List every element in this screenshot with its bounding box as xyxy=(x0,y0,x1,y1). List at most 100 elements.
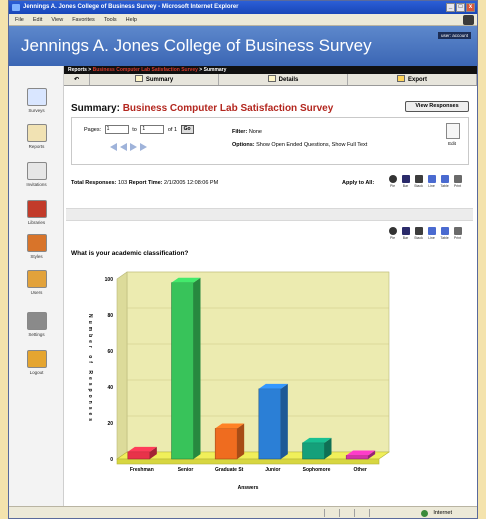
chart-stack-button[interactable]: Stack xyxy=(414,227,423,240)
totals-line: Total Responses: 103 Report Time: 2/1/20… xyxy=(71,180,218,186)
invitations-icon xyxy=(26,162,47,180)
section-divider xyxy=(66,208,473,221)
windows-logo-icon xyxy=(463,15,474,25)
sidebar-item-label: Reports xyxy=(28,144,45,149)
chart-line-button[interactable]: Line xyxy=(427,227,436,240)
next-page-icon[interactable] xyxy=(130,143,137,151)
edit-icon[interactable] xyxy=(446,123,460,139)
chart-icon-label: Print xyxy=(453,236,462,240)
maximize-button[interactable]: □ xyxy=(456,3,465,12)
summary-icon xyxy=(134,75,143,82)
filter-value: None xyxy=(248,129,262,135)
menu-view[interactable]: View xyxy=(51,14,63,25)
title-bar: Jennings A. Jones College of Business Su… xyxy=(9,1,477,14)
sidebar-item-surveys[interactable]: Surveys xyxy=(9,88,64,113)
report-content: Summary: Business Computer Lab Satisfact… xyxy=(66,87,473,504)
page-from-input[interactable]: 1 xyxy=(104,125,129,134)
tab-summary[interactable]: Summary xyxy=(90,74,219,85)
chart-table-button[interactable]: Table xyxy=(440,227,449,240)
report-tabs: ↶ Summary Details Export xyxy=(64,74,477,86)
site-title: Jennings A. Jones College of Business Su… xyxy=(21,36,372,55)
surveys-icon xyxy=(26,88,47,106)
tab-details[interactable]: Details xyxy=(219,74,348,85)
sidebar-item-label: Surveys xyxy=(28,108,45,113)
go-button[interactable]: Go xyxy=(180,125,194,134)
ie-icon xyxy=(12,4,20,11)
chart-icon-label: Line xyxy=(428,236,435,240)
minimize-button[interactable]: _ xyxy=(446,3,455,12)
sidebar-item-label: Settings xyxy=(28,332,45,337)
pages-label: Pages: xyxy=(84,126,102,133)
sidebar-item-invitations[interactable]: Invitations xyxy=(9,162,64,187)
chart-print-button[interactable]: Print xyxy=(453,227,462,240)
chart-bar-button[interactable]: Bar xyxy=(401,227,410,240)
chart-pie-button[interactable]: Pie xyxy=(388,227,397,240)
stack-icon xyxy=(414,227,423,235)
table-icon xyxy=(440,175,449,183)
tab-details-label: Details xyxy=(278,77,299,83)
sidebar-item-label: Styles xyxy=(30,254,43,259)
user-account-link[interactable]: user: account xyxy=(437,32,471,39)
chart-print-button[interactable]: Print xyxy=(453,175,462,188)
sidebar-item-reports[interactable]: Reports xyxy=(9,124,64,149)
details-icon xyxy=(267,75,276,82)
bar-graduate-st xyxy=(214,428,238,460)
breadcrumb-survey-link[interactable]: Business Computer Lab Satisfaction Surve… xyxy=(93,67,198,73)
logout-icon xyxy=(26,350,47,368)
print-icon xyxy=(453,227,462,235)
page-to-input[interactable]: 1 xyxy=(140,125,165,134)
x-tick-label: Sophomore xyxy=(303,467,331,473)
options-label: Options: xyxy=(232,142,255,148)
x-tick-label: Graduate St xyxy=(215,467,244,473)
breadcrumb-reports[interactable]: Reports > xyxy=(68,67,91,73)
chart-icon-label: Line xyxy=(428,184,435,188)
sidebar-item-users[interactable]: Users xyxy=(9,270,64,295)
tab-summary-label: Summary xyxy=(145,77,174,83)
question-chart-icons: Pie Bar Stack Line Table Print xyxy=(388,227,462,240)
bar-sophomore xyxy=(302,442,325,460)
line-icon xyxy=(427,227,436,235)
chart-icon-label: Pie xyxy=(389,184,396,188)
chart-pie-button[interactable]: Pie xyxy=(388,175,397,188)
first-page-icon[interactable] xyxy=(110,143,117,151)
x-tick-label: Senior xyxy=(178,467,194,473)
sidebar-item-settings[interactable]: Settings xyxy=(9,312,64,337)
chart-icon-label: Stack xyxy=(414,236,423,240)
y-tick-label: 0 xyxy=(110,457,113,463)
tab-export[interactable]: Export xyxy=(348,74,477,85)
bar-side xyxy=(280,383,288,459)
menu-favorites[interactable]: Favorites xyxy=(72,14,95,25)
site-banner: Jennings A. Jones College of Business Su… xyxy=(9,26,477,66)
edit-label[interactable]: Edit xyxy=(444,141,460,146)
last-page-icon[interactable] xyxy=(140,143,147,151)
chart-bar-button[interactable]: Bar xyxy=(401,175,410,188)
sidebar-item-styles[interactable]: Styles xyxy=(9,234,64,259)
sidebar-item-label: Logout xyxy=(29,370,44,375)
menu-tools[interactable]: Tools xyxy=(104,14,117,25)
sidebar-item-logout[interactable]: Logout xyxy=(9,350,64,375)
chart-stack-button[interactable]: Stack xyxy=(414,175,423,188)
bar-side xyxy=(237,423,245,459)
status-divider xyxy=(324,509,325,517)
sidebar-item-libraries[interactable]: Libraries xyxy=(9,200,64,225)
chart-icon-label: Bar xyxy=(402,184,409,188)
chart-table-button[interactable]: Table xyxy=(440,175,449,188)
prev-page-icon[interactable] xyxy=(120,143,127,151)
close-button[interactable]: x xyxy=(466,3,475,12)
chart-icon-label: Pie xyxy=(389,236,396,240)
menu-edit[interactable]: Edit xyxy=(33,14,42,25)
back-arrow-icon[interactable]: ↶ xyxy=(64,74,90,85)
chart-line-button[interactable]: Line xyxy=(427,175,436,188)
options-value: Show Open Ended Questions, Show Full Tex… xyxy=(256,142,368,148)
menu-help[interactable]: Help xyxy=(126,14,137,25)
menu-file[interactable]: File xyxy=(15,14,24,25)
chart-icon-label: Stack xyxy=(414,184,423,188)
view-responses-button[interactable]: View Responses xyxy=(405,101,469,112)
export-icon xyxy=(396,75,405,82)
users-icon xyxy=(26,270,47,288)
stack-icon xyxy=(414,175,423,183)
y-axis-label: Number of Responses xyxy=(87,314,93,424)
sidebar: Surveys Reports Invitations Libraries Styles… xyxy=(9,66,64,506)
of-label: of 1 xyxy=(167,126,178,133)
breadcrumb: Reports > Business Computer Lab Satisfac… xyxy=(64,66,477,74)
